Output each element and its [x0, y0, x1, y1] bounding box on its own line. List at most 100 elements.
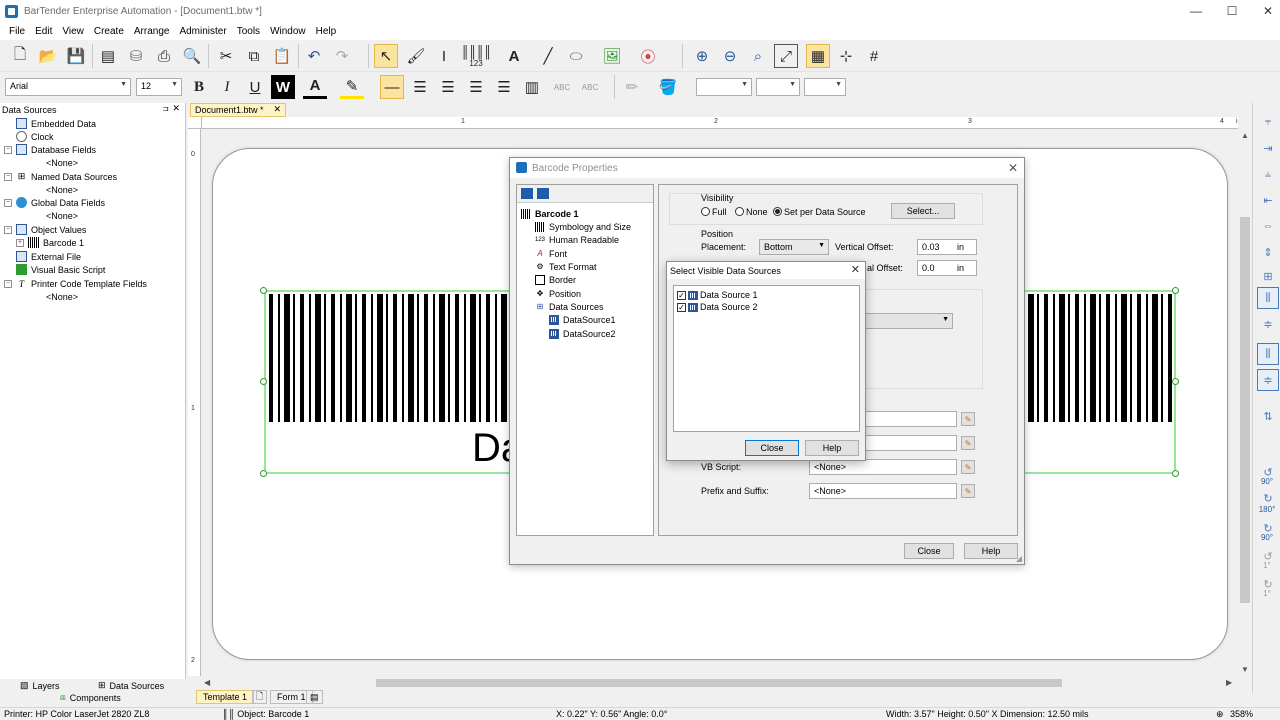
fit-text-icon[interactable]: ▥ [520, 75, 544, 99]
align-middle-icon[interactable]: ⇥ [1257, 137, 1279, 159]
same-height-icon[interactable]: ≑ [1257, 369, 1279, 391]
cut-icon[interactable]: ✂ [214, 44, 238, 68]
bold-button[interactable]: B [187, 75, 211, 99]
resize-handle[interactable] [260, 470, 267, 477]
edit-script-icon[interactable]: ✎ [961, 460, 975, 474]
shape-tool-icon[interactable]: ⬭ [564, 44, 588, 68]
line-thickness-combo[interactable]: ▼ [696, 78, 752, 96]
tree-item-none[interactable]: <None> [46, 156, 78, 169]
edit-field-icon[interactable]: ✎ [961, 412, 975, 426]
tree-item-clock[interactable]: Clock [16, 130, 54, 143]
page-setup-icon[interactable]: ▤ [96, 44, 120, 68]
tab-template-1[interactable]: Template 1 [196, 690, 255, 704]
zoom-out-icon[interactable]: ⊖ [718, 44, 742, 68]
menu-file[interactable]: File [4, 26, 30, 37]
resize-grip-icon[interactable]: ◢ [1016, 554, 1022, 563]
expand-all-icon[interactable] [521, 188, 533, 199]
save-icon[interactable]: 💾 [64, 44, 88, 68]
tree-item-external-file[interactable]: External File [16, 250, 81, 263]
help-button[interactable]: Help [964, 543, 1018, 559]
line-color-icon[interactable]: ✏ [620, 75, 644, 99]
select-button[interactable]: Select... [891, 203, 955, 219]
resize-handle[interactable] [1172, 378, 1179, 385]
close-panel-icon[interactable]: ✕ [172, 103, 180, 114]
font-size-combo[interactable]: 12 ▼ [136, 78, 182, 96]
zoom-in-icon[interactable]: ⊕ [690, 44, 714, 68]
resize-handle[interactable] [260, 287, 267, 294]
tree-item-barcode-1[interactable]: + Barcode 1 [16, 236, 84, 249]
new-document-icon[interactable]: 🗋 [8, 44, 32, 68]
center-vertical-icon[interactable]: ⇕ [1257, 241, 1279, 263]
grid-icon[interactable]: # [862, 44, 886, 68]
expand-icon[interactable]: + [16, 238, 24, 247]
format-painter-icon[interactable]: 🖌 [404, 44, 428, 68]
vertical-offset-input[interactable]: 0.03 in [917, 239, 977, 255]
horizontal-scrollbar[interactable]: ◀ ▶ [202, 676, 1238, 690]
checkbox-data-source-1[interactable]: ✓ [677, 290, 686, 300]
database-icon[interactable]: ⛁ [124, 44, 148, 68]
list-item-data-source-1[interactable]: ✓ Data Source 1 [677, 289, 758, 301]
collapse-icon[interactable]: − [4, 198, 12, 207]
center-on-label-v-icon[interactable]: ≑ [1257, 313, 1279, 335]
close-dialog-icon[interactable]: ✕ [1008, 161, 1018, 175]
tree-item-datasource2[interactable]: DataSource2 [549, 327, 616, 340]
tree-item-named-data-sources[interactable]: − ⊞ Named Data Sources [4, 170, 117, 183]
fill-color-icon[interactable]: 🪣 [656, 75, 680, 99]
tree-item-visual-basic-script[interactable]: Visual Basic Script [16, 263, 105, 276]
resize-handle[interactable] [260, 378, 267, 385]
radio-none[interactable] [735, 207, 744, 216]
collapse-icon[interactable]: − [4, 172, 12, 181]
edit-prefix-suffix-icon[interactable]: ✎ [961, 484, 975, 498]
word-wrap-button[interactable]: W [271, 75, 295, 99]
vertical-scroll-thumb[interactable] [1240, 217, 1250, 603]
text-cursor-icon[interactable]: I [432, 44, 456, 68]
resize-handle[interactable] [1172, 470, 1179, 477]
menu-administer[interactable]: Administer [174, 26, 231, 37]
menu-window[interactable]: Window [265, 26, 311, 37]
zoom-selection-icon[interactable]: ⌕ [746, 44, 770, 68]
tree-item-data-sources[interactable]: ⊞ Data Sources [535, 300, 604, 313]
vb-script-field[interactable]: <None> [809, 459, 957, 475]
tree-item-global-data-fields[interactable]: − Global Data Fields [4, 196, 105, 209]
prefix-suffix-field[interactable]: <None> [809, 483, 957, 499]
no-fill-line-icon[interactable]: — [380, 75, 404, 99]
align-left-edges-icon[interactable]: ⇤ [1257, 189, 1279, 211]
font-color-button[interactable]: A [303, 75, 327, 99]
text-tool-icon[interactable]: A [502, 44, 526, 68]
list-item-data-source-2[interactable]: ✓ Data Source 2 [677, 301, 758, 313]
tree-item-barcode-1[interactable]: Barcode 1 [521, 207, 579, 220]
redo-icon[interactable]: ↷ [330, 44, 354, 68]
maximize-button[interactable]: ☐ [1214, 0, 1250, 22]
vertical-scrollbar[interactable]: ▲ ▼ [1238, 117, 1252, 677]
tree-item-human-readable[interactable]: 123 Human Readable [535, 233, 619, 246]
italic-button[interactable]: I [215, 75, 239, 99]
scroll-down-icon[interactable]: ▼ [1241, 665, 1249, 674]
add-form-icon[interactable]: ▤ [306, 690, 323, 704]
picture-tool-icon[interactable]: 🖼 [600, 44, 624, 68]
tree-item-symbology[interactable]: Symbology and Size [535, 220, 631, 233]
tab-components[interactable]: ⧈ Components [60, 692, 121, 703]
rfid-tool-icon[interactable]: ⦿ [636, 44, 660, 68]
document-tab[interactable]: Document1.btw * ✕ [190, 103, 286, 117]
placement-select[interactable]: Bottom ▼ [759, 239, 829, 255]
open-folder-icon[interactable]: 📂 [36, 44, 60, 68]
tree-item-datasource1[interactable]: DataSource1 [549, 313, 616, 326]
font-name-combo[interactable]: Arial ▼ [5, 78, 131, 96]
add-template-icon[interactable]: 🗋 [252, 690, 268, 704]
line-style-combo[interactable]: ▼ [756, 78, 800, 96]
copy-icon[interactable]: ⧉ [242, 44, 266, 68]
pin-icon[interactable]: ⊐ [162, 104, 169, 113]
tab-layers[interactable]: ▧ Layers [20, 680, 60, 691]
highlight-color-icon[interactable]: ✎ [340, 75, 364, 99]
tab-data-sources[interactable]: ⊞ Data Sources [98, 680, 164, 691]
menu-create[interactable]: Create [89, 26, 129, 37]
tree-item-border[interactable]: Border [535, 273, 576, 286]
help-button[interactable]: Help [805, 440, 859, 456]
tree-item-embedded-data[interactable]: Embedded Data [16, 117, 96, 130]
close-button[interactable]: Close [904, 543, 954, 559]
menu-arrange[interactable]: Arrange [129, 26, 175, 37]
tree-item-none[interactable]: <None> [46, 183, 78, 196]
tree-item-text-format[interactable]: ⚙ Text Format [535, 260, 596, 273]
tree-item-printer-code-template-fields[interactable]: − T Printer Code Template Fields [4, 277, 147, 290]
horizontal-offset-input[interactable]: 0.0 in [917, 260, 977, 276]
